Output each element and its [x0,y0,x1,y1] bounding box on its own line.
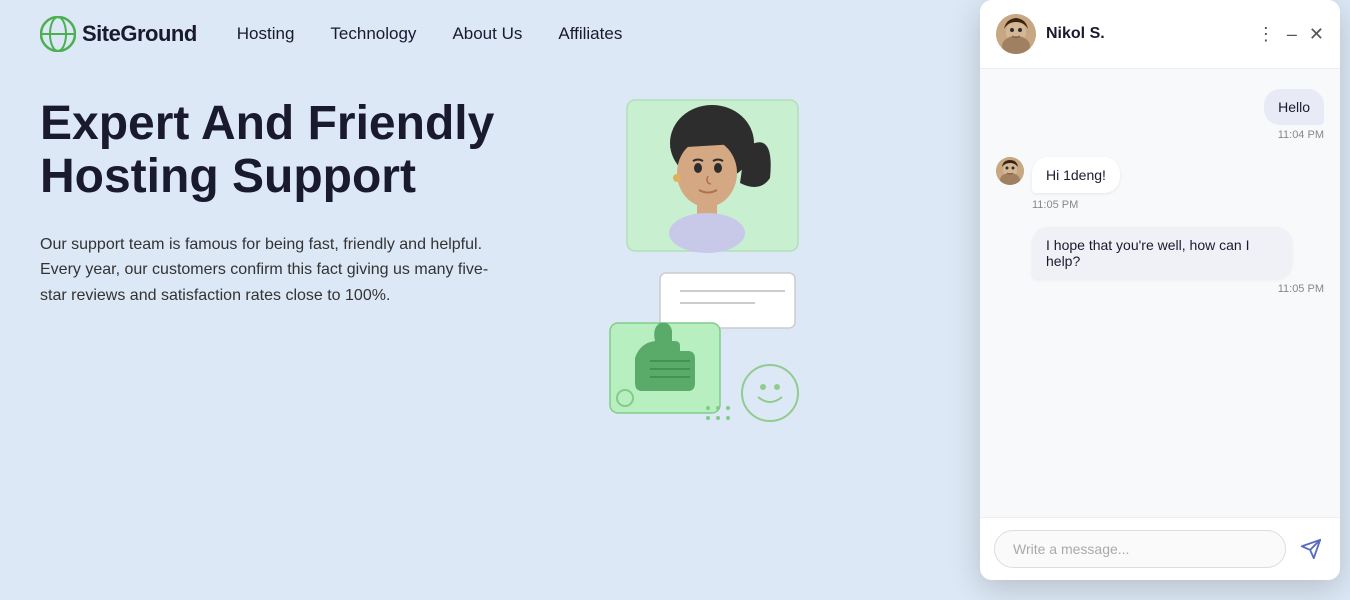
hero-title: Expert And Friendly Hosting Support [40,98,560,204]
nav-link-hosting[interactable]: Hosting [237,24,295,43]
chat-send-button[interactable] [1296,534,1326,564]
chat-widget: Nikol S. ⋮ – ✕ Hello 11:04 PM [980,0,1340,580]
nav-link-affiliates[interactable]: Affiliates [558,24,622,43]
minimize-icon[interactable]: – [1287,25,1297,43]
nav-item-about-us[interactable]: About Us [452,24,522,44]
illustration-character [625,98,800,253]
chat-message-input[interactable] [994,530,1286,568]
hero-description: Our support team is famous for being fas… [40,232,500,309]
message-hope-time: 11:05 PM [1032,283,1324,295]
logo-text: SiteGround [82,21,197,47]
agent-name: Nikol S. [1046,25,1247,43]
chat-input-area[interactable] [980,517,1340,580]
send-icon [1300,538,1322,560]
message-hi: Hi 1deng! 11:05 PM [996,157,1324,211]
message-hi-time: 11:05 PM [1032,199,1120,211]
chat-header: Nikol S. ⋮ – ✕ [980,0,1340,69]
nav-item-affiliates[interactable]: Affiliates [558,24,622,44]
nav-item-technology[interactable]: Technology [330,24,416,44]
message-hi-bubble: Hi 1deng! [1032,157,1120,193]
agent-avatar-svg [996,14,1036,54]
nav-link-about-us[interactable]: About Us [452,24,522,43]
agent-avatar-small-svg [996,157,1024,185]
agent-avatar-header [996,14,1036,54]
chat-header-controls[interactable]: ⋮ – ✕ [1257,25,1324,43]
message-hello-bubble: Hello [1264,89,1324,125]
hero-illustration [600,98,800,433]
nav-item-hosting[interactable]: Hosting [237,24,295,44]
more-options-icon[interactable]: ⋮ [1257,25,1275,43]
message-hello: Hello 11:04 PM [996,89,1324,141]
agent-avatar-msg [996,157,1024,185]
message-hope: I hope that you're well, how can I help?… [996,227,1324,295]
close-icon[interactable]: ✕ [1309,25,1324,43]
logo-icon [40,16,76,52]
illustration-thumbsup [600,263,800,433]
logo[interactable]: SiteGround [40,16,197,52]
message-hi-content: Hi 1deng! 11:05 PM [1032,157,1120,211]
nav-link-technology[interactable]: Technology [330,24,416,43]
chat-messages: Hello 11:04 PM Hi 1deng! 11:05 PM [980,69,1340,517]
hero-text-block: Expert And Friendly Hosting Support Our … [40,98,560,308]
message-hope-bubble: I hope that you're well, how can I help? [1032,227,1292,279]
message-hello-time: 11:04 PM [1278,129,1324,141]
